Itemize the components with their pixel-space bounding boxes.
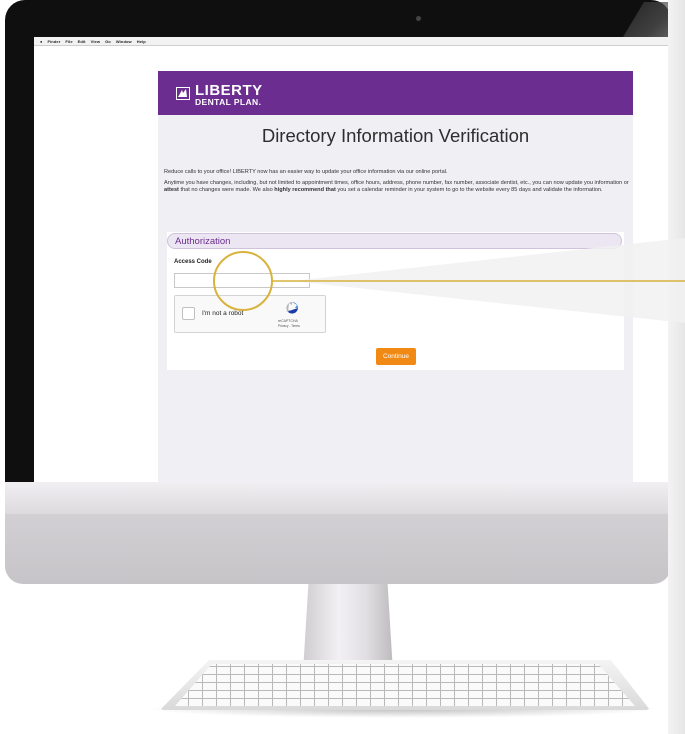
liberty-logo-icon bbox=[176, 87, 190, 100]
mac-menu-bar: ● Finder File Edit View Go Window Help bbox=[34, 37, 671, 46]
intro-text: Reduce calls to your office! LIBERTY now… bbox=[164, 169, 629, 199]
menu-item-finder[interactable]: Finder bbox=[48, 39, 61, 44]
camera-icon bbox=[416, 16, 421, 21]
keyboard-keys bbox=[175, 664, 635, 706]
intro-emphasis-recommend: highly recommend that bbox=[274, 187, 336, 194]
intro-text-part: you set a calendar reminder in your syst… bbox=[335, 187, 603, 194]
logo-text: LIBERTY bbox=[195, 82, 263, 99]
intro-emphasis-attest: attest bbox=[164, 187, 179, 194]
recaptcha-checkbox[interactable] bbox=[182, 307, 195, 320]
access-code-input[interactable] bbox=[174, 273, 310, 288]
recaptcha-privacy-terms[interactable]: Privacy - Terms bbox=[278, 324, 300, 328]
apple-icon[interactable]: ● bbox=[40, 39, 43, 44]
monitor-chin-highlight bbox=[5, 482, 671, 514]
menu-item-help[interactable]: Help bbox=[137, 39, 146, 44]
authorization-heading: Authorization bbox=[175, 236, 231, 247]
intro-paragraph-1: Reduce calls to your office! LIBERTY now… bbox=[164, 169, 448, 175]
intro-text-part: Anytime you have changes, including, but… bbox=[164, 180, 629, 187]
intro-text-part: that no changes were made. We also bbox=[178, 187, 275, 194]
monitor-stand bbox=[303, 584, 393, 672]
access-code-label: Access Code bbox=[174, 259, 212, 265]
recaptcha-label: I'm not a robot bbox=[202, 310, 244, 317]
menu-item-go[interactable]: Go bbox=[105, 39, 111, 44]
menu-item-view[interactable]: View bbox=[91, 39, 100, 44]
page-title: Directory Information Verification bbox=[261, 125, 530, 146]
recaptcha-logo-icon bbox=[284, 301, 300, 315]
menu-item-edit[interactable]: Edit bbox=[78, 39, 86, 44]
recaptcha-widget bbox=[174, 295, 326, 333]
intro-paragraph-2: Anytime you have changes, including, but… bbox=[164, 180, 629, 194]
page-edge-shade bbox=[668, 0, 685, 734]
continue-button[interactable]: Continue bbox=[376, 348, 416, 365]
menu-item-file[interactable]: File bbox=[65, 39, 72, 44]
authorization-panel-header bbox=[167, 233, 622, 249]
logo-subtext: DENTAL PLAN. bbox=[195, 97, 262, 107]
monitor-screen: ● Finder File Edit View Go Window Help L… bbox=[34, 37, 671, 482]
menu-item-window[interactable]: Window bbox=[116, 39, 132, 44]
recaptcha-brand: reCAPTCHA bbox=[278, 319, 298, 323]
